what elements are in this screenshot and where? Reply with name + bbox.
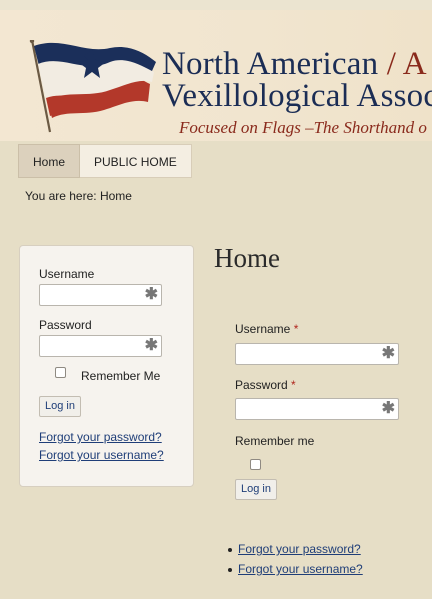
org-name-line2: Vexillological Associ xyxy=(162,78,432,114)
side-remember-checkbox[interactable] xyxy=(55,367,66,378)
main-username-label: Username * xyxy=(235,322,298,336)
asterisk-icon: ✱ xyxy=(381,345,395,362)
main-remember-label: Remember me xyxy=(235,434,315,448)
asterisk-icon: ✱ xyxy=(144,337,158,354)
nav-item-home[interactable]: Home xyxy=(18,144,81,178)
side-login-button[interactable]: Log in xyxy=(39,396,81,417)
side-username-label: Username xyxy=(39,267,95,281)
main-username-label-text: Username xyxy=(235,322,291,336)
asterisk-icon: ✱ xyxy=(381,400,395,417)
main-username-input[interactable]: ✱ xyxy=(235,343,399,365)
site-banner: North American / A Vexillological Associ… xyxy=(0,10,432,141)
main-password-label-text: Password xyxy=(235,378,288,392)
side-username-input[interactable]: ✱ xyxy=(39,284,162,306)
required-mark: * xyxy=(291,378,296,392)
nav-item-public-home[interactable]: PUBLIC HOME xyxy=(80,144,192,178)
list-bullet xyxy=(228,568,232,572)
main-nav: Home PUBLIC HOME xyxy=(18,144,192,178)
side-login-module: Username ✱ Password ✱ Remember Me Log in… xyxy=(19,245,194,487)
page-title: Home xyxy=(214,243,280,273)
side-remember-label: Remember Me xyxy=(81,369,161,383)
main-remember-checkbox[interactable] xyxy=(250,459,261,470)
side-password-input[interactable]: ✱ xyxy=(39,335,162,357)
main-password-label: Password * xyxy=(235,378,296,392)
side-password-label: Password xyxy=(39,318,92,332)
org-name-slash: / A xyxy=(386,46,427,82)
main-forgot-password-link[interactable]: Forgot your password? xyxy=(238,542,361,556)
asterisk-icon: ✱ xyxy=(144,286,158,303)
flag-icon xyxy=(29,40,156,133)
required-mark: * xyxy=(293,322,299,336)
list-bullet xyxy=(228,548,232,552)
breadcrumb: You are here: Home xyxy=(25,189,132,203)
top-strip xyxy=(0,0,432,10)
main-login-button[interactable]: Log in xyxy=(235,479,277,500)
main-password-input[interactable]: ✱ xyxy=(235,398,399,420)
side-forgot-username-link[interactable]: Forgot your username? xyxy=(39,448,164,462)
site-tagline: Focused on Flags –The Shorthand o xyxy=(179,118,427,137)
side-forgot-password-link[interactable]: Forgot your password? xyxy=(39,430,162,444)
main-forgot-username-link[interactable]: Forgot your username? xyxy=(238,562,363,576)
